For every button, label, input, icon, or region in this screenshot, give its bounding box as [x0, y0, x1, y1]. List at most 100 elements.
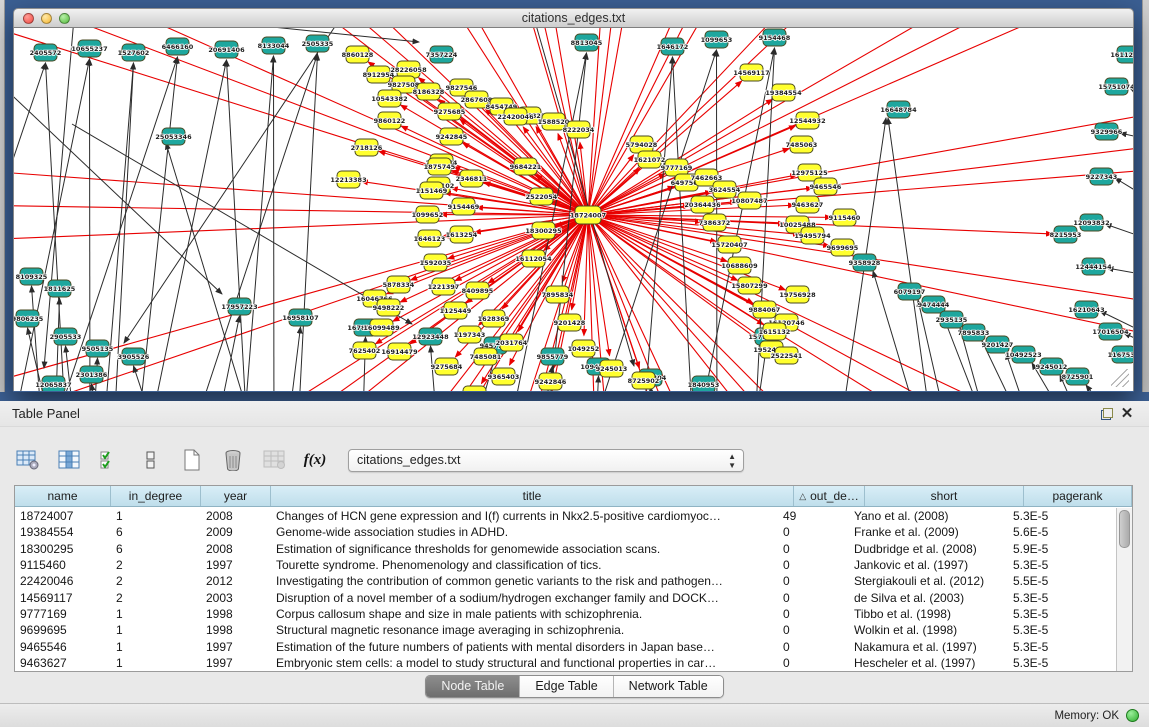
network-file-select[interactable]: citations_edges.txt ▲▼ [348, 449, 744, 472]
column-header-name[interactable]: name [15, 486, 111, 506]
delete-table-button[interactable] [219, 447, 247, 473]
citation-edge-black [112, 63, 134, 391]
table-row[interactable]: 911546021997Tourette syndrome. Phenomeno… [15, 557, 1116, 573]
graph-node-label: 3905526 [118, 353, 150, 361]
table-cell: Corpus callosum shape and size in male p… [271, 607, 778, 621]
graph-node-label: 5794028 [626, 141, 658, 149]
table-row[interactable]: 977716911998Corpus callosum shape and si… [15, 606, 1116, 622]
background-window-left[interactable] [0, 0, 5, 392]
show-columns-button[interactable] [55, 447, 83, 473]
graph-node-label: 22420046 [497, 113, 534, 121]
graph-node-label: 8133044 [258, 42, 290, 50]
network-view-canvas[interactable]: 2405572106552371527602646616020691406813… [13, 28, 1134, 391]
graph-node-label: 9505135 [82, 345, 114, 353]
table-scrollbar-thumb[interactable] [1119, 510, 1130, 548]
network-window-title: citations_edges.txt [14, 11, 1133, 25]
table-panel: Table Panel ✕ [0, 401, 1149, 727]
table-row[interactable]: 969969511998Structural magnetic resonanc… [15, 622, 1116, 638]
citation-edge-red [588, 215, 1062, 391]
table-cell: 19384554 [15, 525, 111, 539]
table-cell: 2 [111, 558, 201, 572]
citation-edge-red [14, 106, 588, 215]
column-header-year[interactable]: year [201, 486, 271, 506]
close-panel-icon[interactable]: ✕ [1117, 405, 1137, 423]
graph-node-label: 2346811 [456, 175, 488, 183]
column-header-out_de[interactable]: △out_de… [794, 486, 865, 506]
table-row[interactable]: 946554611997Estimation of the future num… [15, 638, 1116, 654]
table-cell: 0 [778, 574, 849, 588]
graph-node-label: 12444154 [1075, 263, 1112, 271]
memory-status-indicator[interactable] [1126, 709, 1139, 722]
graph-node-label: 8813045 [571, 39, 603, 47]
citation-edge-black [285, 327, 301, 391]
graph-node-label: 19495794 [794, 232, 831, 240]
table-cell: 5.3E-5 [1008, 591, 1116, 605]
table-scrollbar[interactable] [1116, 508, 1132, 671]
graph-node-label: 1197343 [454, 331, 486, 339]
column-header-pagerank[interactable]: pagerank [1024, 486, 1132, 506]
table-cell: Jankovic et al. (1997) [849, 558, 1008, 572]
column-header-in_degree[interactable]: in_degree [111, 486, 201, 506]
graph-node-label: 18724007 [570, 212, 606, 220]
tab-node-table[interactable]: Node Table [426, 676, 519, 697]
graph-node-label: 7895833 [958, 329, 990, 337]
table-row[interactable]: 1456911722003Disruption of a novel membe… [15, 589, 1116, 605]
graph-node-label: 1099653 [701, 36, 733, 44]
table-row[interactable]: 1830029562008Estimation of significance … [15, 541, 1116, 557]
table-row[interactable]: 946362711997Embryonic stem cells: a mode… [15, 655, 1116, 671]
graph-node-label: 6079197 [894, 288, 926, 296]
graph-node-label: 1613254 [446, 231, 478, 239]
tab-network-table[interactable]: Network Table [613, 676, 723, 697]
table-cell: Estimation of significance thresholds fo… [271, 542, 778, 556]
citation-edge-red [588, 95, 1133, 215]
table-cell: Genome-wide association studies in ADHD. [271, 525, 778, 539]
window-resize-grip[interactable] [1111, 369, 1129, 387]
graph-node-label: 9860122 [374, 117, 406, 125]
table-cell: 49 [778, 509, 849, 523]
table-cell: 9699695 [15, 623, 111, 637]
function-builder-button[interactable]: f(x) [301, 447, 329, 473]
import-table-icon [263, 450, 285, 470]
table-settings-button[interactable] [14, 447, 42, 473]
table-row[interactable]: 2242004622012Investigating the contribut… [15, 573, 1116, 589]
table-row[interactable]: 1938455462009Genome-wide association stu… [15, 524, 1116, 540]
network-window-titlebar[interactable]: citations_edges.txt [13, 8, 1134, 28]
graph-node-label: 8186328 [413, 88, 445, 96]
graph-node-label: 19756928 [779, 291, 816, 299]
graph-node-label: 16099489 [363, 324, 400, 332]
graph-node-label: 14569117 [733, 69, 769, 77]
table-cell: Dudbridge et al. (2008) [849, 542, 1008, 556]
graph-node-label: 10688609 [721, 262, 758, 270]
graph-node-label: 9245012 [1036, 363, 1068, 371]
graph-node-label: 8109325 [16, 273, 48, 281]
tab-edge-table[interactable]: Edge Table [519, 676, 612, 697]
show-columns-icon [58, 450, 80, 470]
column-header-title[interactable]: title [271, 486, 794, 506]
table-cell: 1998 [201, 623, 271, 637]
float-panel-icon[interactable] [1097, 405, 1117, 423]
graph-node-label: 1811625 [44, 285, 76, 293]
background-window-right[interactable] [1142, 0, 1149, 392]
graph-node-label: 1049252 [568, 345, 600, 353]
select-all-checks-button[interactable] [96, 447, 124, 473]
table-cell: 0 [778, 525, 849, 539]
new-table-button[interactable] [178, 447, 206, 473]
graph-node-label: 9154469 [448, 203, 480, 211]
table-row[interactable]: 1872400712008Changes of HCN gene express… [15, 508, 1116, 524]
table-cell: 1997 [201, 558, 271, 572]
graph-node-label: 9242846 [535, 378, 567, 386]
graph-node-label: 7485081 [470, 353, 502, 361]
row-height-button[interactable] [137, 447, 165, 473]
table-cell: Nakamura et al. (1997) [849, 640, 1008, 654]
table-cell: Disruption of a novel member of a sodium… [271, 591, 778, 605]
table-cell: 2012 [201, 574, 271, 588]
table-cell: 1 [111, 640, 201, 654]
column-header-short[interactable]: short [865, 486, 1024, 506]
graph-node-label: 1840953 [688, 381, 720, 389]
citation-edge-black [1130, 88, 1133, 112]
table-cell: 14569117 [15, 591, 111, 605]
import-table-button-disabled[interactable] [260, 447, 288, 473]
table-cell: Tibbo et al. (1998) [849, 607, 1008, 621]
graph-node-label: 15720407 [711, 241, 747, 249]
graph-node-label: 2522054 [526, 193, 558, 201]
